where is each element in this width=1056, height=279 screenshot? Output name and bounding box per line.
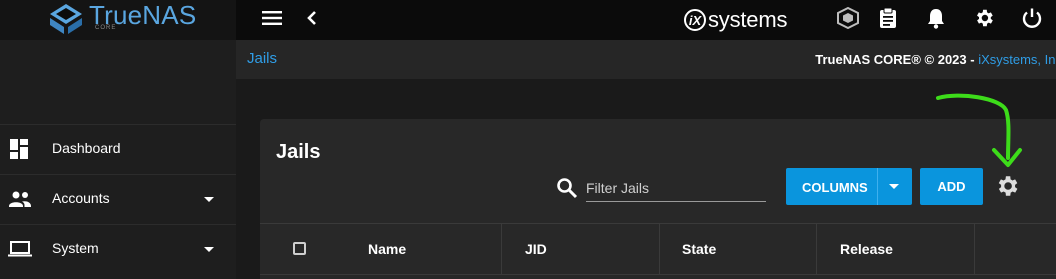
breadcrumb[interactable]: Jails [247,50,277,67]
chevron-down-icon [204,197,214,202]
column-header-release[interactable]: Release [840,224,893,274]
hamburger-icon [262,10,282,30]
column-divider [816,224,817,274]
gear-icon [994,176,1020,203]
copyright-link[interactable]: iXsystems, Inc [978,52,1056,67]
alerts-button[interactable] [922,6,950,34]
brand-edition: CORE [95,25,117,31]
annotation-arrow-icon [930,90,1030,175]
search-icon [556,177,578,204]
ixsystems-logo[interactable]: iX systems [684,5,787,35]
breadcrumb-bar: Jails TrueNAS CORE® © 2023 - iXsystems, … [236,40,1056,79]
columns-button-label: COLUMNS [802,180,868,195]
truenas-logo-icon [48,2,84,41]
power-button[interactable] [1018,6,1046,34]
laptop-icon [8,239,32,259]
dropdown-arrow-icon[interactable] [889,184,899,189]
chevron-down-icon [204,247,214,252]
power-icon [1021,7,1043,34]
column-header-name[interactable]: Name [368,224,406,274]
collapse-sidebar-button[interactable] [298,6,326,34]
button-divider [877,168,878,205]
sidebar-item-system[interactable]: System [0,224,236,274]
filter-input[interactable] [586,177,766,199]
sidebar-item-dashboard[interactable]: Dashboard [0,124,236,174]
copyright-label: TrueNAS CORE® © 2023 - [815,52,979,67]
column-header-jid[interactable]: JID [525,224,547,274]
sidebar: Dashboard Accounts System [0,40,236,279]
top-bar: TrueNAS CORE iX systems [0,0,1056,40]
people-icon [8,189,32,209]
column-divider [659,224,660,274]
bell-icon [926,7,946,34]
sidebar-item-accounts[interactable]: Accounts [0,174,236,224]
sidebar-item-label: Dashboard [52,140,121,156]
sidebar-item-label: Accounts [52,190,110,206]
filter-field [586,177,766,202]
truecommand-icon [837,6,859,34]
gear-icon [973,7,995,34]
select-all-checkbox[interactable] [293,242,306,255]
column-divider [974,224,975,274]
column-header-state[interactable]: State [682,224,716,274]
clipboard-icon [879,7,897,34]
ix-word: systems [708,7,788,32]
menu-toggle-button[interactable] [258,6,286,34]
task-manager-button[interactable] [874,6,902,34]
settings-button[interactable] [970,6,998,34]
copyright-text: TrueNAS CORE® © 2023 - iXsystems, Inc [815,52,1056,67]
truecommand-button[interactable] [834,6,862,34]
columns-button[interactable]: COLUMNS [786,168,912,205]
table-header: Name JID State Release [260,223,1056,275]
column-divider [501,224,502,274]
chevron-left-icon [307,10,317,31]
ix-mark: iX [684,9,706,31]
table-settings-button[interactable] [994,173,1020,204]
page-title: Jails [276,141,321,163]
dashboard-icon [8,139,32,159]
sidebar-item-label: System [52,240,99,256]
brand-area: TrueNAS CORE [0,0,236,40]
